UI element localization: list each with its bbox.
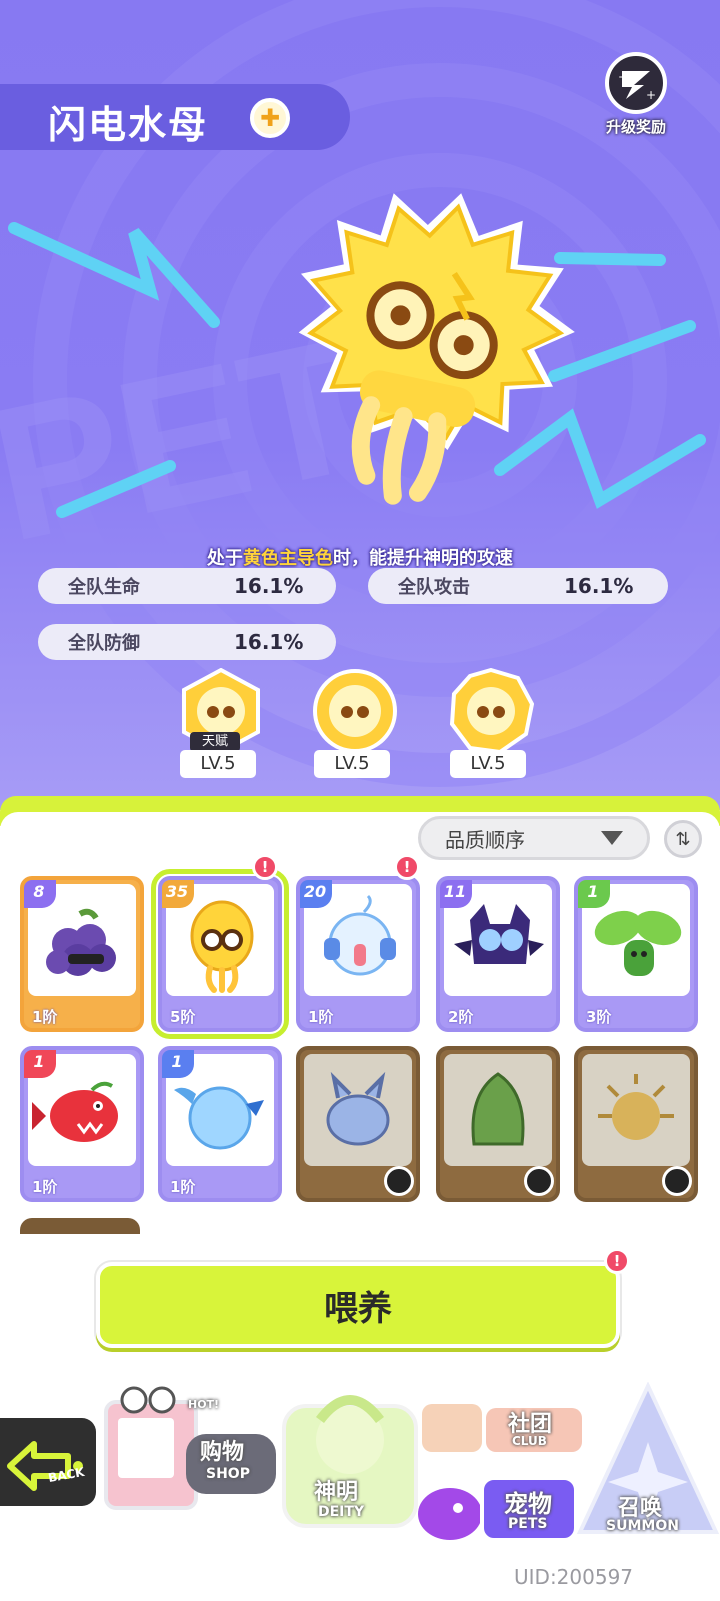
pet-level-badge: 35 — [162, 880, 194, 908]
talent-level: LV.5 — [314, 750, 390, 778]
club-bag-icon — [422, 1404, 582, 1452]
skill-description: 处于黄色主导色时，能提升神明的攻速 — [0, 544, 720, 570]
puffer-pet-icon — [598, 1074, 674, 1140]
vending-machine-icon — [104, 1386, 276, 1510]
pet-detail-header: PET 闪电水母 ✚ + + 升级奖励 处于黄色主导色时，能提升神明的攻速 全队… — [0, 0, 720, 810]
pet-level-badge: 11 — [440, 880, 472, 908]
pet-stage: 5阶 — [170, 1008, 196, 1026]
pet-stage: 2阶 — [448, 1008, 474, 1026]
talent-medal-icon — [313, 669, 397, 753]
pet-card-puffer-locked[interactable] — [574, 1046, 698, 1202]
stat-value: 16.1% — [564, 574, 634, 598]
pet-card-bubble-bird[interactable]: 1 1阶 — [158, 1046, 282, 1202]
shop-label: 购物 — [200, 1440, 245, 1465]
stat-team-defense: 全队防御 16.1% — [38, 624, 336, 660]
talent-slot-2[interactable]: LV.5 — [308, 668, 404, 784]
pet-level-badge: 1 — [162, 1050, 194, 1078]
deity-label: 神明 — [314, 1480, 359, 1505]
pet-stage: 3阶 — [586, 1008, 612, 1026]
feed-notice-badge: ! — [604, 1248, 630, 1274]
pet-card-lightning-jellyfish[interactable]: 35 5阶 — [151, 869, 289, 1039]
pet-card-sprout[interactable]: 1 3阶 — [574, 876, 698, 1032]
svg-text:+: + — [618, 70, 628, 84]
pet-stage: 1阶 — [308, 1008, 334, 1026]
stat-name: 全队攻击 — [398, 577, 470, 598]
pets-fish-icon — [418, 1476, 578, 1542]
skill-description-suffix: 时，能提升神明的攻速 — [333, 548, 513, 569]
nav-pets[interactable]: 宠物 PETS — [410, 1468, 580, 1550]
shop-hot-label: HOT! — [188, 1398, 220, 1411]
skill-description-prefix: 处于 — [207, 548, 243, 569]
upgrade-reward-label: 升级奖励 — [605, 118, 666, 136]
pets-label: 宠物 — [504, 1490, 552, 1518]
pet-card-water-spirit[interactable]: 20 1阶 — [296, 876, 420, 1032]
pet-stage: 1阶 — [32, 1178, 58, 1196]
user-id: UID:200597 — [514, 1565, 634, 1589]
lock-icon — [662, 1166, 692, 1196]
lightning-jellyfish-illustration — [298, 193, 575, 505]
talent-medal-icon — [449, 668, 534, 754]
stat-team-attack: 全队攻击 16.1% — [368, 568, 668, 604]
green-leaf-pet-icon — [471, 1072, 525, 1146]
blue-axolotl-pet-icon — [326, 1071, 390, 1146]
sort-order-value: 品质顺序 — [445, 827, 525, 852]
stat-team-hp: 全队生命 16.1% — [38, 568, 336, 604]
lock-icon — [384, 1166, 414, 1196]
talent-level: LV.5 — [180, 750, 256, 778]
pet-card-red-piranha[interactable]: 1 1阶 — [20, 1046, 144, 1202]
stat-name: 全队防御 — [68, 633, 140, 654]
talent-slot-3[interactable]: LV.5 — [444, 668, 540, 784]
nav-shop[interactable]: HOT! 购物 SHOP — [100, 1372, 280, 1512]
pet-stage: 1阶 — [32, 1008, 58, 1026]
pets-label-en: PETS — [508, 1516, 548, 1532]
pet-card-green-leaf-locked[interactable] — [436, 1046, 560, 1202]
new-notice-badge: ! — [394, 854, 420, 880]
chevron-down-icon — [601, 831, 623, 845]
pet-stage: 1阶 — [170, 1178, 196, 1196]
back-button[interactable]: BACK — [0, 1414, 100, 1510]
deity-label-en: DEITY — [318, 1504, 365, 1520]
pet-name: 闪电水母 — [48, 103, 209, 147]
stat-value: 16.1% — [234, 630, 304, 654]
pet-level-badge: 1 — [578, 880, 610, 908]
pet-card-grape[interactable]: 8 1阶 — [20, 876, 144, 1032]
feed-button[interactable]: 喂养 — [96, 1262, 620, 1348]
sort-order-select[interactable]: 品质顺序 — [418, 816, 650, 860]
upgrade-reward-icon: + + — [605, 52, 667, 114]
lock-icon — [524, 1166, 554, 1196]
nav-club[interactable]: 社团 CLUB — [420, 1392, 590, 1458]
nav-summon[interactable]: 召唤 SUMMON — [576, 1381, 720, 1542]
stat-name: 全队生命 — [68, 577, 140, 598]
pet-card-shadow-bat[interactable]: 11 2阶 — [436, 876, 560, 1032]
pet-card-blue-axolotl-locked[interactable] — [296, 1046, 420, 1202]
summon-label-en: SUMMON — [606, 1518, 679, 1534]
pet-card-partial — [20, 1218, 140, 1234]
pet-level-badge: 20 — [300, 880, 332, 908]
shop-label-en: SHOP — [206, 1466, 250, 1482]
nav-deity[interactable]: 神明 DEITY — [280, 1380, 420, 1530]
pet-level-badge: 8 — [24, 880, 56, 908]
stat-value: 16.1% — [234, 574, 304, 598]
upgrade-reward-button[interactable]: + + 升级奖励 — [596, 52, 676, 144]
pet-level-badge: 1 — [24, 1050, 56, 1078]
talent-level: LV.5 — [450, 750, 526, 778]
new-notice-badge: ! — [252, 854, 278, 880]
sort-direction-toggle[interactable]: ⇅ — [664, 820, 702, 858]
skill-description-highlight: 黄色主导色 — [243, 548, 333, 569]
talent-slot-1[interactable]: 天赋 LV.5 — [174, 668, 270, 784]
lightning-element-icon[interactable]: ✚ — [250, 98, 290, 138]
club-label-en: CLUB — [512, 1434, 547, 1448]
talent-tag: 天赋 — [190, 732, 240, 752]
swap-arrows-icon: ⇅ — [675, 828, 691, 850]
svg-text:+: + — [646, 88, 656, 102]
